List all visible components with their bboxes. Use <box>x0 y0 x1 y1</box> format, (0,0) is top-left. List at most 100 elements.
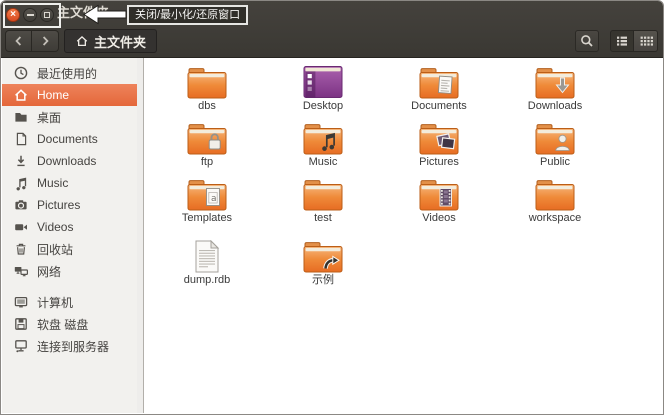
folder-icon <box>535 178 575 211</box>
annotation-left-arrow-icon <box>83 4 127 25</box>
server-icon <box>13 338 29 354</box>
document-icon <box>13 131 29 147</box>
titlebar: × 主文件夹 关闭/最小化/还原窗口 <box>1 1 663 25</box>
file-name: workspace <box>529 212 582 225</box>
sidebar-item-downloads[interactable]: Downloads <box>2 150 137 172</box>
folder-photos-icon <box>419 122 459 155</box>
computer-icon <box>13 294 29 310</box>
sidebar-item-label: 桌面 <box>37 109 61 126</box>
folder-doc-icon <box>419 66 459 99</box>
annotation-label: 关闭/最小化/还原窗口 <box>127 5 248 25</box>
sidebar-item-label: 计算机 <box>37 294 73 311</box>
sidebar-item-label: 回收站 <box>37 241 73 258</box>
sidebar-item-network[interactable]: 网络 <box>2 260 137 282</box>
sidebar-item-computer[interactable]: 计算机 <box>2 291 137 313</box>
svg-text:a: a <box>211 194 217 204</box>
file-name: Downloads <box>528 100 582 113</box>
sidebar-item-documents[interactable]: Documents <box>2 128 137 150</box>
file-item[interactable]: Music <box>265 122 381 169</box>
file-item[interactable]: Public <box>497 122 613 169</box>
sidebar-item-label: Music <box>37 176 68 190</box>
list-view-button[interactable] <box>610 30 634 52</box>
sidebar-item-music[interactable]: Music <box>2 172 137 194</box>
path-label: 主文件夹 <box>94 32 146 51</box>
forward-button[interactable] <box>32 30 59 52</box>
file-item[interactable]: test <box>265 178 381 225</box>
chevron-left-icon <box>11 33 27 49</box>
desktop-icon <box>303 65 343 99</box>
file-name: ftp <box>201 156 213 169</box>
file-item[interactable]: Videos <box>381 178 497 225</box>
path-bar-home-button[interactable]: 主文件夹 <box>64 29 157 53</box>
file-item[interactable]: ftp <box>149 122 265 169</box>
chevron-right-icon <box>37 33 53 49</box>
toolbar: 主文件夹 <box>1 25 663 58</box>
folder-icon <box>13 109 29 125</box>
folder-icon <box>303 178 343 211</box>
file-name: dbs <box>198 100 216 113</box>
folder-down-icon <box>535 66 575 99</box>
trash-icon <box>13 241 29 257</box>
file-item[interactable]: workspace <box>497 178 613 225</box>
view-toggle-group <box>610 30 658 52</box>
file-name: Music <box>309 156 338 169</box>
sidebar-item-label: Documents <box>37 132 98 146</box>
file-name: Pictures <box>419 156 459 169</box>
annotation-highlight-box <box>3 3 61 28</box>
network-icon <box>13 263 29 279</box>
sidebar-scrollbar[interactable] <box>137 58 144 413</box>
sidebar: 最近使用的 Home 桌面 Documents Downloads Music Pictur… <box>2 58 137 413</box>
file-item[interactable]: Downloads <box>497 66 613 113</box>
sidebar-item-label: 最近使用的 <box>37 65 97 82</box>
file-name: Documents <box>411 100 467 113</box>
file-manager-window: × 主文件夹 关闭/最小化/还原窗口 主文件夹 <box>0 0 664 415</box>
folder-person-icon <box>535 122 575 155</box>
file-name: 示例 <box>312 274 334 287</box>
clock-icon <box>13 65 29 81</box>
file-item[interactable]: Documents <box>381 66 497 113</box>
download-icon <box>13 153 29 169</box>
folder-template-icon: a <box>187 178 227 211</box>
home-icon <box>13 87 29 103</box>
file-name: Desktop <box>303 100 343 113</box>
sidebar-item-label: Pictures <box>37 198 80 212</box>
back-button[interactable] <box>5 30 32 52</box>
folder-music-icon <box>303 122 343 155</box>
nav-button-group <box>5 30 59 52</box>
home-icon <box>75 34 89 48</box>
list-view-icon <box>614 33 630 49</box>
sidebar-item-label: 软盘 磁盘 <box>37 316 88 333</box>
file-name: Public <box>540 156 570 169</box>
sidebar-separator <box>2 282 137 291</box>
sidebar-item-label: Videos <box>37 220 73 234</box>
file-name: Templates <box>182 212 232 225</box>
search-button[interactable] <box>575 30 599 52</box>
file-item[interactable]: dbs <box>149 66 265 113</box>
sidebar-item-desktop[interactable]: 桌面 <box>2 106 137 128</box>
file-name: Videos <box>422 212 455 225</box>
sidebar-item-pictures[interactable]: Pictures <box>2 194 137 216</box>
camera-icon <box>13 197 29 213</box>
folder-film-icon <box>419 178 459 211</box>
folder-lock-icon <box>187 122 227 155</box>
file-icon <box>194 240 220 273</box>
file-grid: dbs Desktop Documents Downloads ftp Music Pict… <box>144 58 662 413</box>
file-item[interactable]: dump.rdb <box>149 240 265 287</box>
file-name: dump.rdb <box>184 274 230 287</box>
sidebar-item-trash[interactable]: 回收站 <box>2 238 137 260</box>
sidebar-item-floppy[interactable]: 软盘 磁盘 <box>2 313 137 335</box>
file-item[interactable]: 示例 <box>265 240 381 287</box>
folder-icon <box>187 66 227 99</box>
file-item[interactable]: a Templates <box>149 178 265 225</box>
grid-view-button[interactable] <box>634 30 658 52</box>
grid-view-icon <box>638 33 654 49</box>
sidebar-item-videos[interactable]: Videos <box>2 216 137 238</box>
sidebar-item-label: Home <box>37 88 69 102</box>
file-item[interactable]: Desktop <box>265 65 381 113</box>
sidebar-item-server[interactable]: 连接到服务器 <box>2 335 137 357</box>
sidebar-item-recent[interactable]: 最近使用的 <box>2 62 137 84</box>
search-icon <box>579 33 595 49</box>
sidebar-item-home[interactable]: Home <box>2 84 137 106</box>
sidebar-item-label: Downloads <box>37 154 96 168</box>
file-item[interactable]: Pictures <box>381 122 497 169</box>
